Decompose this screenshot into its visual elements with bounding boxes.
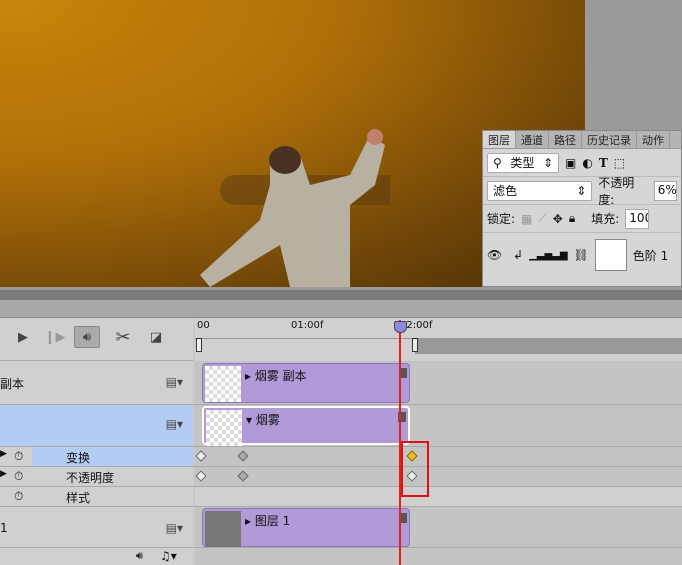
scissors-icon[interactable]: ✂ bbox=[110, 326, 136, 348]
keyframe[interactable] bbox=[195, 470, 207, 482]
layer-name: 色阶 1 bbox=[632, 248, 669, 263]
updown-icon: ⇕ bbox=[576, 183, 587, 198]
film-icon[interactable]: ▤▾ bbox=[166, 375, 183, 389]
opacity-input[interactable]: 6% bbox=[653, 180, 677, 201]
tab-history[interactable]: 历史记录 bbox=[582, 131, 637, 148]
property-row[interactable]: ▶ ⏱︎ 变换 bbox=[0, 447, 682, 467]
tab-layers[interactable]: 图层 bbox=[483, 131, 516, 148]
tab-actions[interactable]: 动作 bbox=[637, 131, 670, 148]
image-filter-icon[interactable]: ▣ bbox=[565, 156, 576, 170]
clip[interactable]: ▸ 烟雾 副本 bbox=[202, 363, 410, 403]
play-icon[interactable]: ▶ bbox=[10, 326, 36, 348]
track-row[interactable]: 1 ▤▾ ▸ 图层 1 bbox=[0, 507, 682, 548]
move-icon[interactable]: ✥ bbox=[553, 212, 563, 226]
transition-icon[interactable]: ◪ bbox=[143, 326, 169, 348]
timeline-header bbox=[0, 300, 682, 318]
film-icon[interactable]: ▤▾ bbox=[166, 417, 183, 431]
audio-icon[interactable]: 🔊︎ bbox=[74, 326, 100, 348]
clip-arrow-icon: ↲ bbox=[513, 248, 524, 262]
playhead-handle[interactable] bbox=[394, 321, 407, 333]
blend-mode-select[interactable]: 滤色 ⇕ bbox=[487, 180, 593, 201]
brush-icon[interactable]: ⟋ bbox=[538, 211, 546, 226]
dancer-figure bbox=[200, 129, 390, 287]
ruler-label: 01:00f bbox=[291, 320, 324, 331]
clip[interactable]: ▸ 图层 1 bbox=[202, 508, 410, 547]
next-frame-icon[interactable]: ❙▶ bbox=[42, 326, 68, 348]
tab-paths[interactable]: 路径 bbox=[549, 131, 582, 148]
shape-filter-icon[interactable]: ⬚ bbox=[614, 156, 625, 170]
clip-thumbnail bbox=[205, 511, 241, 547]
property-row[interactable]: ⏱︎ 样式 bbox=[0, 487, 682, 507]
fill-input[interactable]: 100 bbox=[625, 208, 650, 229]
timeline-panel: ▶ ❙▶ 🔊︎ ✂ ◪ 00 01:00f 02:00f 副本 ▤▾ ▸ 烟雾 副… bbox=[0, 290, 682, 565]
eye-icon[interactable]: 👁︎ bbox=[487, 248, 507, 262]
filter-select[interactable]: ⚲ 类型 ⇕ bbox=[487, 152, 559, 173]
property-name: 样式 bbox=[66, 491, 91, 505]
lock-icon[interactable]: 🔒︎ bbox=[569, 211, 575, 226]
property-name: 变换 bbox=[66, 451, 91, 465]
audio-track-row[interactable]: 🔊︎ ♫▾ bbox=[0, 548, 682, 565]
opacity-label: 不透明度: bbox=[598, 175, 635, 207]
expand-icon[interactable]: ▶ bbox=[0, 469, 7, 479]
type-filter-icon[interactable]: T bbox=[599, 156, 608, 170]
clip[interactable]: ▾ 烟雾 bbox=[202, 406, 410, 446]
updown-icon: ⇕ bbox=[542, 155, 553, 170]
track-name: 1 bbox=[0, 521, 8, 535]
work-area-end-handle[interactable] bbox=[412, 338, 418, 352]
playback-controls: ▶ ❙▶ 🔊︎ ✂ ◪ bbox=[0, 318, 193, 361]
panel-divider[interactable] bbox=[0, 290, 682, 300]
time-ruler[interactable]: 00 01:00f 02:00f bbox=[195, 318, 682, 361]
track-row[interactable]: 副本 ▤▾ ▸ 烟雾 副本 bbox=[0, 361, 682, 405]
stopwatch-icon[interactable]: ⏱︎ bbox=[14, 469, 23, 484]
stopwatch-icon[interactable]: ⏱︎ bbox=[14, 449, 23, 464]
highlight-box bbox=[401, 441, 429, 497]
layers-panel: 图层 通道 路径 历史记录 动作 ⚲ 类型 ⇕ ▣ ◐ T ⬚ 滤色 ⇕ 不透明度: … bbox=[482, 130, 682, 287]
clip-label: ▾ 烟雾 bbox=[246, 413, 280, 427]
music-note-icon[interactable]: ♫▾ bbox=[160, 549, 177, 563]
stopwatch-icon[interactable]: ⏱︎ bbox=[14, 489, 23, 504]
audio-icon[interactable]: 🔊︎ bbox=[136, 549, 143, 563]
levels-icon: ▁▃▅▃▆ bbox=[529, 249, 568, 261]
search-icon: ⚲ bbox=[493, 155, 502, 170]
adjust-filter-icon[interactable]: ◐ bbox=[582, 156, 592, 170]
tab-channels[interactable]: 通道 bbox=[516, 131, 549, 148]
clip-thumbnail bbox=[206, 410, 242, 446]
mask-thumbnail bbox=[594, 239, 627, 271]
lock-label: 锁定: bbox=[487, 212, 516, 226]
link-icon[interactable]: ⛓︎ bbox=[574, 248, 589, 262]
expand-icon[interactable]: ▶ bbox=[0, 449, 7, 459]
lock-transparent-icon[interactable]: ▦ bbox=[521, 212, 532, 226]
fill-label: 填充: bbox=[591, 212, 620, 226]
property-row[interactable]: ▶ ⏱︎ 不透明度 bbox=[0, 467, 682, 487]
keyframe[interactable] bbox=[237, 470, 249, 482]
keyframe[interactable] bbox=[195, 450, 207, 462]
keyframe[interactable] bbox=[237, 450, 249, 462]
track-name: 副本 bbox=[0, 377, 25, 391]
work-area-start-handle[interactable] bbox=[196, 338, 202, 352]
layer-row[interactable]: 👁︎ ↲ ▁▃▅▃▆ ⛓︎ 色阶 1 bbox=[483, 233, 681, 277]
clip-thumbnail bbox=[205, 366, 241, 402]
clip-label: ▸ 烟雾 副本 bbox=[245, 369, 307, 383]
clip-label: ▸ 图层 1 bbox=[245, 514, 291, 528]
film-icon[interactable]: ▤▾ bbox=[166, 521, 183, 535]
track-row-selected[interactable]: ▤▾ ▾ 烟雾 bbox=[0, 405, 682, 447]
property-name: 不透明度 bbox=[66, 471, 115, 485]
ruler-label: 00 bbox=[197, 320, 210, 331]
